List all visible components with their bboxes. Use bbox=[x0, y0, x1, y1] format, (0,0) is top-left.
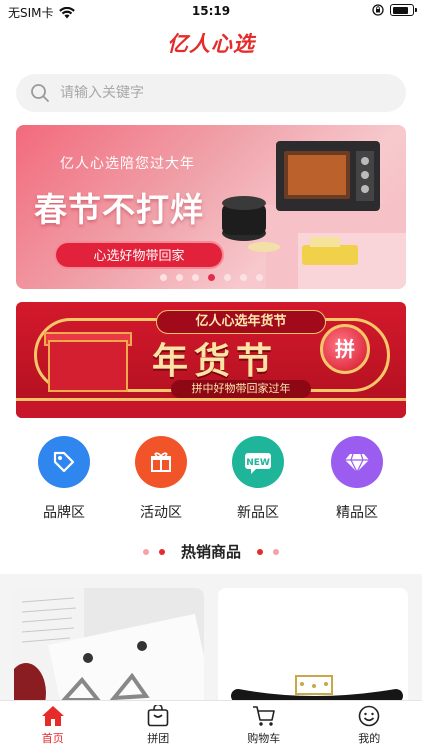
tab-group-buy[interactable]: 拼团 bbox=[106, 701, 212, 750]
tab-label: 购物车 bbox=[247, 732, 281, 745]
bottom-tab-bar: 首页 拼团 购物车 我的 bbox=[0, 700, 422, 750]
decor-dot bbox=[273, 548, 279, 555]
carousel-dot[interactable] bbox=[175, 274, 183, 281]
tab-label: 拼团 bbox=[147, 732, 170, 745]
category-premium[interactable]: 精品区 bbox=[317, 436, 397, 522]
category-activity[interactable]: 活动区 bbox=[121, 436, 201, 522]
category-brand[interactable]: 品牌区 bbox=[24, 436, 104, 522]
carousel-dot[interactable] bbox=[191, 274, 199, 281]
search-icon bbox=[31, 84, 49, 102]
status-bar: 无SIM卡 15:19 bbox=[0, 0, 422, 24]
promo-banner[interactable]: 亿人心选年货节 年货节 拼中好物带回家过年 拼 bbox=[16, 302, 406, 418]
user-icon bbox=[358, 705, 380, 727]
banner-title: 春节不打烊 bbox=[34, 190, 204, 229]
banner-cta-pill[interactable]: 心选好物带回家 bbox=[54, 241, 224, 269]
home-icon bbox=[41, 706, 64, 726]
carousel-dot[interactable] bbox=[255, 274, 263, 281]
battery-fill bbox=[392, 6, 408, 14]
decor-dot bbox=[142, 548, 149, 555]
decor-dot bbox=[257, 548, 263, 555]
search-bar[interactable] bbox=[16, 74, 406, 112]
status-time: 15:19 bbox=[191, 4, 231, 18]
category-shortcuts: 品牌区 活动区 NEW 新品区 精品区 bbox=[0, 436, 422, 526]
orientation-lock-icon bbox=[372, 4, 384, 16]
banner-carousel[interactable]: 亿人心选陪您过大年 春节不打烊 心选好物带回家 bbox=[16, 125, 406, 289]
search-input[interactable] bbox=[60, 85, 380, 101]
category-label: 精品区 bbox=[336, 505, 378, 521]
carousel-dot-active[interactable] bbox=[207, 274, 215, 281]
brand-logo: 亿人心选 bbox=[167, 32, 255, 56]
carousel-dot[interactable] bbox=[239, 274, 247, 281]
tab-home[interactable]: 首页 bbox=[0, 701, 106, 750]
promo-tag: 亿人心选年货节 bbox=[156, 310, 326, 334]
tab-label: 首页 bbox=[41, 732, 64, 745]
category-new[interactable]: NEW 新品区 bbox=[218, 436, 298, 522]
battery-icon bbox=[390, 4, 417, 16]
diamond-icon bbox=[331, 436, 383, 488]
tab-label: 我的 bbox=[358, 732, 381, 745]
status-right bbox=[372, 4, 417, 16]
category-label: 活动区 bbox=[140, 505, 182, 521]
decor-dot bbox=[158, 548, 165, 555]
product-feed bbox=[0, 574, 422, 728]
promo-stage bbox=[16, 398, 406, 418]
bag-icon bbox=[147, 705, 169, 727]
cart-icon bbox=[252, 706, 275, 726]
gift-box-image bbox=[48, 340, 128, 392]
tag-icon bbox=[38, 436, 90, 488]
carousel-dot[interactable] bbox=[223, 274, 231, 281]
tab-cart[interactable]: 购物车 bbox=[211, 701, 317, 750]
banner-slogan: 亿人心选陪您过大年 bbox=[60, 156, 195, 172]
new-icon: NEW bbox=[232, 436, 284, 488]
promo-title: 年货节 bbox=[152, 341, 279, 382]
carousel-dot[interactable] bbox=[159, 274, 167, 281]
banner-appliances-image bbox=[222, 141, 406, 289]
category-label: 新品区 bbox=[237, 505, 279, 521]
category-label: 品牌区 bbox=[43, 505, 85, 521]
section-title: 热销商品 bbox=[180, 543, 241, 561]
svg-text:NEW: NEW bbox=[246, 458, 270, 468]
promo-subtitle: 拼中好物带回家过年 bbox=[171, 380, 311, 398]
tab-profile[interactable]: 我的 bbox=[317, 701, 422, 750]
carousel-indicator[interactable] bbox=[16, 274, 406, 281]
hot-products-header: 热销商品 bbox=[0, 541, 422, 562]
promo-group-buy-badge[interactable]: 拼 bbox=[320, 324, 370, 374]
gift-icon bbox=[135, 436, 187, 488]
